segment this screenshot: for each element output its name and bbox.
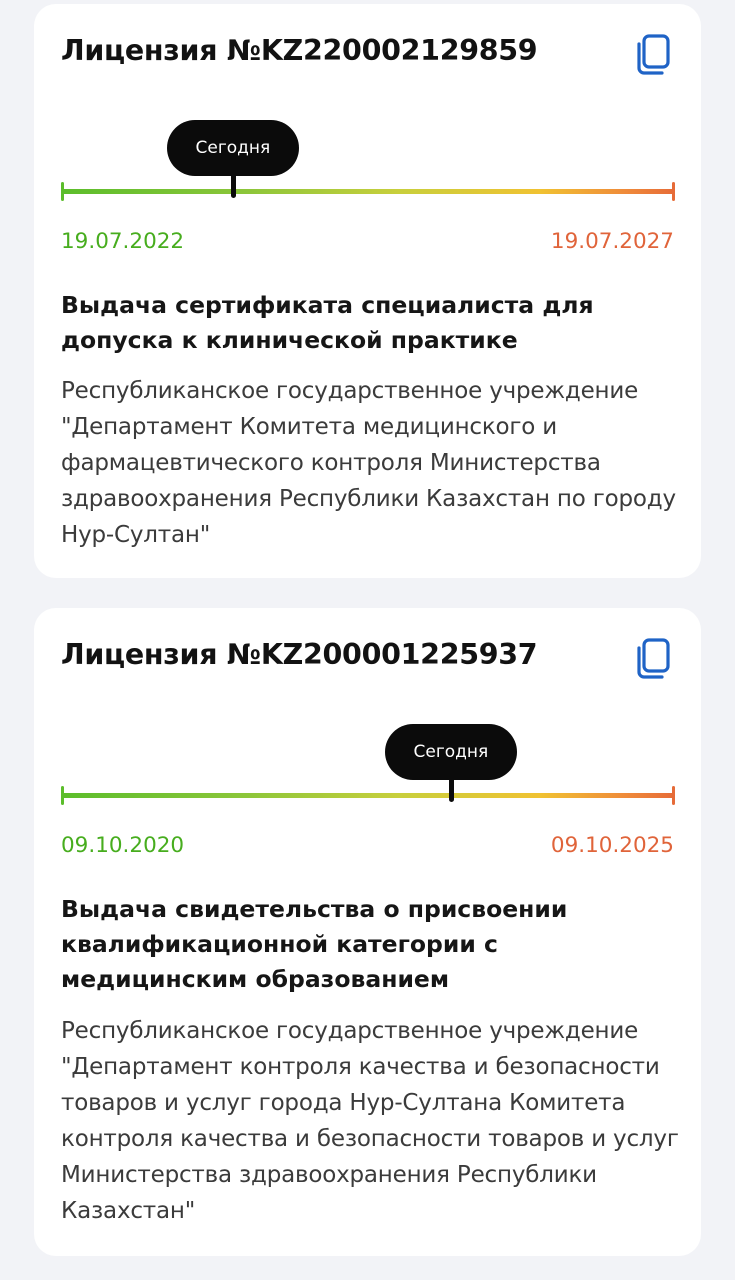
end-date: 09.10.2025 — [550, 833, 674, 858]
copy-button[interactable] — [633, 636, 673, 682]
timeline-start-tick — [61, 182, 64, 201]
today-label: Сегодня — [166, 120, 299, 176]
validity-timeline: Сегодня — [61, 114, 675, 204]
timeline-end-tick — [672, 182, 675, 201]
validity-track — [61, 793, 675, 798]
license-title: Лицензия №KZ200001225937 — [61, 638, 538, 671]
license-card[interactable]: Лицензия №KZ200001225937 Сегодня 09.10.2… — [34, 608, 701, 1256]
start-date: 09.10.2020 — [61, 833, 185, 858]
today-marker: Сегодня — [384, 718, 517, 808]
today-marker-stem — [448, 778, 454, 802]
today-marker: Сегодня — [166, 114, 299, 204]
end-date: 19.07.2027 — [550, 229, 674, 254]
service-title: Выдача сертификата специалиста для допус… — [61, 291, 594, 354]
copy-button[interactable] — [633, 32, 673, 78]
today-marker-stem — [230, 174, 236, 198]
validity-timeline: Сегодня — [61, 718, 675, 808]
copy-icon — [637, 34, 670, 75]
timeline-start-tick — [61, 786, 64, 805]
validity-track — [61, 189, 675, 194]
issuing-organization: Республиканское государственное учрежден… — [61, 378, 676, 548]
today-label: Сегодня — [384, 724, 517, 780]
copy-icon — [637, 638, 670, 679]
issuing-organization: Республиканское государственное учрежден… — [61, 1018, 679, 1224]
start-date: 19.07.2022 — [61, 229, 185, 254]
service-title: Выдача свидетельства о присвоении квалиф… — [61, 895, 568, 993]
license-title: Лицензия №KZ220002129859 — [61, 34, 538, 67]
license-card[interactable]: Лицензия №KZ220002129859 Сегодня 19.07.2… — [34, 4, 701, 578]
timeline-end-tick — [672, 786, 675, 805]
